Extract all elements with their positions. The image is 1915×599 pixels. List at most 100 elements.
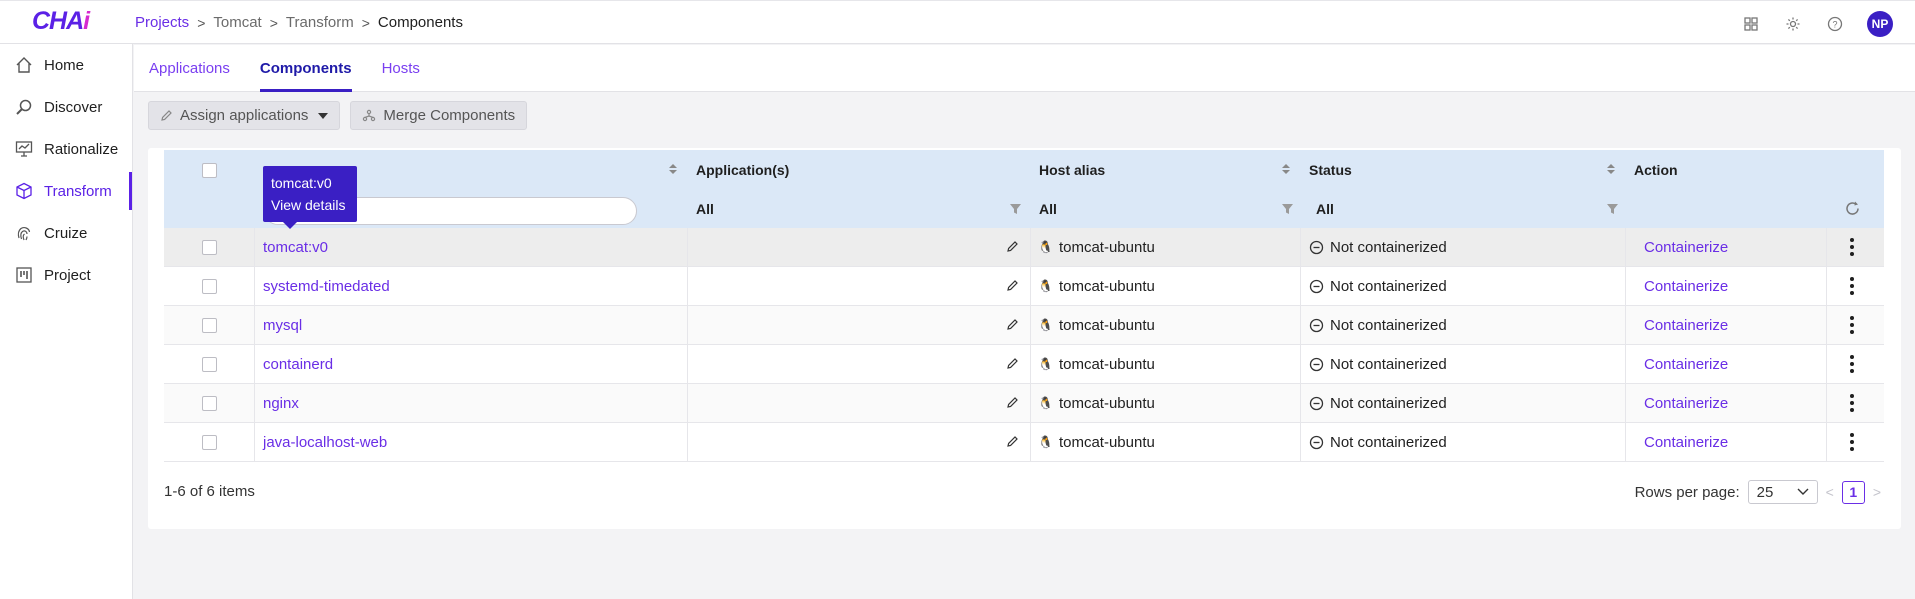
sidebar-item-discover[interactable]: Discover xyxy=(0,86,132,128)
breadcrumb-projects[interactable]: Projects xyxy=(135,14,189,31)
breadcrumb-transform[interactable]: Transform xyxy=(286,14,354,31)
pencil-icon[interactable] xyxy=(1006,357,1019,370)
table-row[interactable]: systemd-timedated 🐧 tomcat-ubuntu Not con… xyxy=(164,267,1884,306)
pencil-icon[interactable] xyxy=(1006,279,1019,292)
magnifier-icon xyxy=(14,97,34,117)
sidebar-item-label: Project xyxy=(44,266,91,284)
caret-down-icon xyxy=(318,112,329,119)
fingerprint-icon xyxy=(14,223,34,243)
more-vertical-icon[interactable] xyxy=(1850,355,1854,373)
previous-page-icon[interactable]: < xyxy=(1826,484,1834,500)
not-containerized-icon xyxy=(1309,396,1324,410)
containerize-link[interactable]: Containerize xyxy=(1644,345,1728,383)
containerize-link[interactable]: Containerize xyxy=(1644,306,1728,344)
status-filter[interactable]: All xyxy=(1316,190,1334,228)
sort-host-alias-icon[interactable] xyxy=(1282,164,1290,174)
applications-filter[interactable]: All xyxy=(696,190,714,228)
sidebar-item-label: Cruize xyxy=(44,224,88,242)
tooltip-view-details[interactable]: View details xyxy=(271,194,357,216)
row-checkbox[interactable] xyxy=(202,239,217,255)
component-name-link[interactable]: tomcat:v0 xyxy=(263,228,328,266)
containerize-link[interactable]: Containerize xyxy=(1644,267,1728,305)
chai-logo[interactable]: CHAi xyxy=(32,7,90,36)
component-name-link[interactable]: systemd-timedated xyxy=(263,267,390,305)
containerize-link[interactable]: Containerize xyxy=(1644,384,1728,422)
sidebar-item-home[interactable]: Home xyxy=(0,44,132,86)
component-name-link[interactable]: java-localhost-web xyxy=(263,423,387,461)
tab-applications[interactable]: Applications xyxy=(134,45,245,92)
sidebar-item-label: Discover xyxy=(44,98,103,116)
sort-status-icon[interactable] xyxy=(1607,164,1615,174)
more-vertical-icon[interactable] xyxy=(1850,394,1854,412)
table-row[interactable]: containerd 🐧 tomcat-ubuntu Not containeri… xyxy=(164,345,1884,384)
page-number[interactable]: 1 xyxy=(1841,480,1865,504)
pencil-icon[interactable] xyxy=(1006,396,1019,409)
not-containerized-icon xyxy=(1309,279,1324,293)
merge-components-button[interactable]: Merge Components xyxy=(350,101,528,130)
breadcrumb-components: Components xyxy=(377,14,463,31)
item-count: 1-6 of 6 items xyxy=(164,483,255,500)
chevron-right-icon: > xyxy=(361,14,370,31)
toolbar: Assign applications Merge Components xyxy=(148,101,528,130)
table-row[interactable]: java-localhost-web 🐧 tomcat-ubuntu Not co… xyxy=(164,423,1884,462)
component-name-link[interactable]: containerd xyxy=(263,345,333,383)
more-vertical-icon[interactable] xyxy=(1850,433,1854,451)
sort-component-icon[interactable] xyxy=(669,164,677,174)
component-name-link[interactable]: mysql xyxy=(263,306,302,344)
not-containerized-icon xyxy=(1309,240,1324,254)
filter-icon[interactable] xyxy=(1010,204,1021,214)
table-header: Application(s) Host alias Status Action … xyxy=(164,150,1884,228)
linux-icon: 🐧 xyxy=(1038,396,1053,410)
next-page-icon[interactable]: > xyxy=(1873,484,1881,500)
select-all-checkbox[interactable] xyxy=(202,162,217,178)
host-alias: tomcat-ubuntu xyxy=(1058,355,1155,373)
pencil-icon[interactable] xyxy=(1006,435,1019,448)
containerize-link[interactable]: Containerize xyxy=(1644,423,1728,461)
top-icons: ? NP xyxy=(1741,11,1893,37)
status-text: Not containerized xyxy=(1330,394,1447,412)
breadcrumb: Projects > Tomcat > Transform > Componen… xyxy=(135,14,463,31)
status-text: Not containerized xyxy=(1330,355,1447,373)
refresh-icon[interactable] xyxy=(1844,200,1861,217)
containerize-link[interactable]: Containerize xyxy=(1644,228,1728,266)
row-checkbox[interactable] xyxy=(202,278,217,294)
host-alias-filter[interactable]: All xyxy=(1039,190,1057,228)
gear-icon[interactable] xyxy=(1783,14,1803,34)
not-containerized-icon xyxy=(1309,435,1324,449)
sidebar-item-cruize[interactable]: Cruize xyxy=(0,212,132,254)
breadcrumb-tomcat[interactable]: Tomcat xyxy=(213,14,261,31)
apps-grid-icon[interactable] xyxy=(1741,14,1761,34)
table-row[interactable]: mysql 🐧 tomcat-ubuntu Not containerized C… xyxy=(164,306,1884,345)
assign-applications-button[interactable]: Assign applications xyxy=(148,101,341,130)
pencil-icon[interactable] xyxy=(1006,240,1019,253)
rows-per-page-select[interactable]: 25 xyxy=(1747,480,1818,504)
more-vertical-icon[interactable] xyxy=(1850,277,1854,295)
tab-hosts[interactable]: Hosts xyxy=(367,45,435,92)
sidebar-item-project[interactable]: Project xyxy=(0,254,132,296)
component-name-link[interactable]: nginx xyxy=(263,384,299,422)
avatar[interactable]: NP xyxy=(1867,11,1893,37)
sidebar-item-rationalize[interactable]: Rationalize xyxy=(0,128,132,170)
more-vertical-icon[interactable] xyxy=(1850,238,1854,256)
row-checkbox[interactable] xyxy=(202,434,217,450)
pencil-icon[interactable] xyxy=(1006,318,1019,331)
linux-icon: 🐧 xyxy=(1038,318,1053,332)
sidebar: Home Discover Rationalize Transform Crui… xyxy=(0,44,133,599)
row-checkbox[interactable] xyxy=(202,395,217,411)
filter-icon[interactable] xyxy=(1607,204,1618,214)
pagination: Rows per page: 25 < 1 > xyxy=(1635,480,1881,504)
sidebar-item-label: Rationalize xyxy=(44,140,119,158)
more-vertical-icon[interactable] xyxy=(1850,316,1854,334)
row-checkbox[interactable] xyxy=(202,356,217,372)
row-checkbox[interactable] xyxy=(202,317,217,333)
filter-icon[interactable] xyxy=(1282,204,1293,214)
table-row[interactable]: nginx 🐧 tomcat-ubuntu Not containerized C… xyxy=(164,384,1884,423)
not-containerized-icon xyxy=(1309,318,1324,332)
table-row[interactable]: tomcat:v0 🐧 tomcat-ubuntu Not containeriz… xyxy=(164,228,1884,267)
tab-components[interactable]: Components xyxy=(245,45,367,92)
home-icon xyxy=(14,55,34,75)
sidebar-item-transform[interactable]: Transform xyxy=(0,170,132,212)
help-icon[interactable]: ? xyxy=(1825,14,1845,34)
kanban-icon xyxy=(14,265,34,285)
tab-bar: Applications Components Hosts xyxy=(134,45,1915,92)
